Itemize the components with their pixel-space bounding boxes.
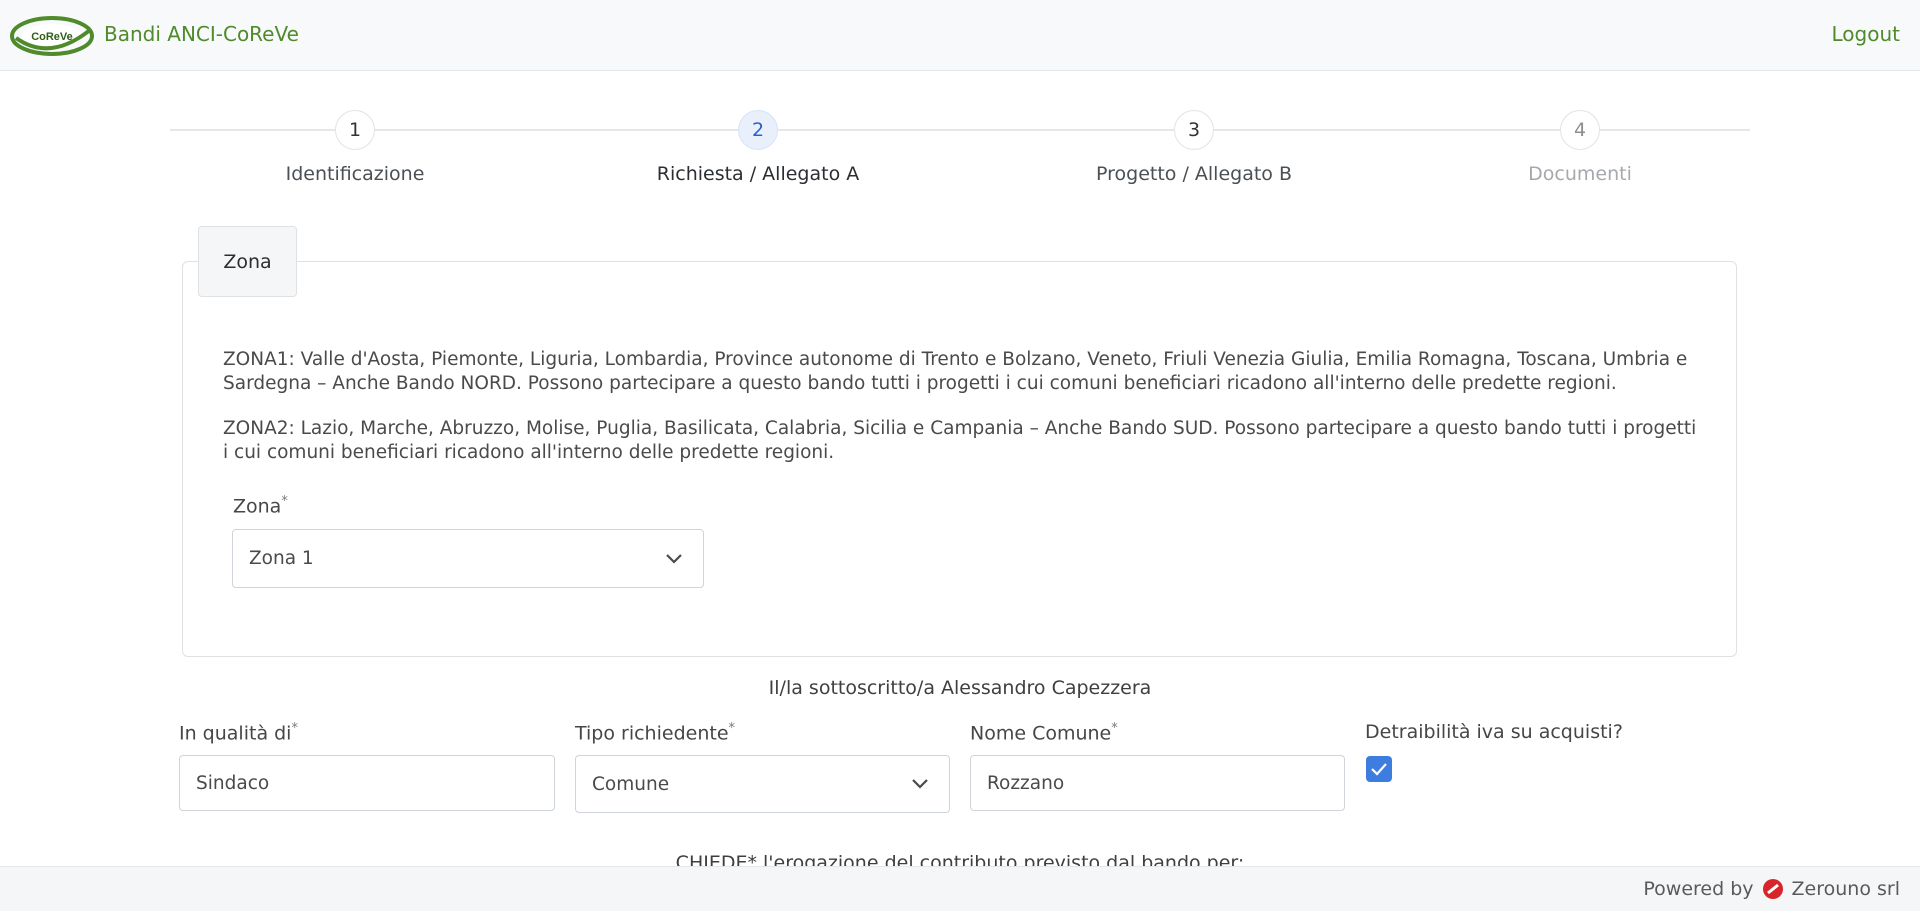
tipo-richiedente-label: Tipo richiedente* xyxy=(575,721,736,745)
tipo-richiedente-select[interactable]: Comune xyxy=(575,755,950,813)
step-label: Progetto / Allegato B xyxy=(1096,163,1292,185)
step-label: Richiesta / Allegato A xyxy=(656,163,860,185)
logo-text: CoReVe xyxy=(31,31,73,43)
powered-by: Powered by Zerouno srl xyxy=(1643,878,1900,900)
zona2-description: ZONA2: Lazio, Marche, Abruzzo, Molise, P… xyxy=(223,418,1697,463)
step-number: 4 xyxy=(1560,110,1600,150)
step-number: 1 xyxy=(335,110,375,150)
step-documenti[interactable]: 4 Documenti xyxy=(1430,110,1730,185)
zona-select-value: Zona 1 xyxy=(249,548,314,569)
nome-comune-input[interactable]: Rozzano xyxy=(970,755,1345,811)
qualita-input[interactable]: Sindaco xyxy=(179,755,555,811)
nome-comune-value: Rozzano xyxy=(987,772,1065,794)
checkmark-icon xyxy=(1371,763,1387,776)
zona-field-label: Zona* xyxy=(233,494,288,518)
footer: Powered by Zerouno srl xyxy=(0,866,1920,911)
step-number: 3 xyxy=(1174,110,1214,150)
powered-by-label: Powered by xyxy=(1643,878,1754,900)
step-label: Identificazione xyxy=(285,163,425,185)
qualita-value: Sindaco xyxy=(196,772,270,794)
wizard-stepper: 1 Identificazione 2 Richiesta / Allegato… xyxy=(170,110,1750,190)
chevron-down-icon xyxy=(912,779,928,789)
top-navbar: CoReVe Bandi ANCI-CoReVe Logout xyxy=(0,0,1920,71)
qualita-label: In qualità di* xyxy=(179,721,298,745)
step-identificazione[interactable]: 1 Identificazione xyxy=(205,110,505,185)
zona-panel-tab: Zona xyxy=(198,226,297,297)
step-progetto[interactable]: 3 Progetto / Allegato B xyxy=(1044,110,1344,185)
step-number: 2 xyxy=(738,110,778,150)
brand-title[interactable]: Bandi ANCI-CoReVe xyxy=(104,22,299,46)
zerouno-logo-icon xyxy=(1762,879,1783,899)
logout-link[interactable]: Logout xyxy=(1832,22,1900,46)
iva-label: Detraibilità iva su acquisti? xyxy=(1365,721,1623,743)
zona1-description: ZONA1: Valle d'Aosta, Piemonte, Liguria,… xyxy=(223,349,1688,394)
coreve-logo[interactable]: CoReVe xyxy=(10,14,94,58)
chevron-down-icon xyxy=(666,553,682,564)
tipo-richiedente-value: Comune xyxy=(592,773,670,795)
step-label: Documenti xyxy=(1528,163,1632,185)
zona-select[interactable]: Zona 1 xyxy=(232,529,704,588)
iva-checkbox[interactable] xyxy=(1366,756,1392,782)
sottoscritto-text: Il/la sottoscritto/a Alessandro Capezzer… xyxy=(768,677,1152,699)
company-name[interactable]: Zerouno srl xyxy=(1792,878,1900,900)
step-richiesta[interactable]: 2 Richiesta / Allegato A xyxy=(608,110,908,185)
nome-comune-label: Nome Comune* xyxy=(970,721,1118,745)
